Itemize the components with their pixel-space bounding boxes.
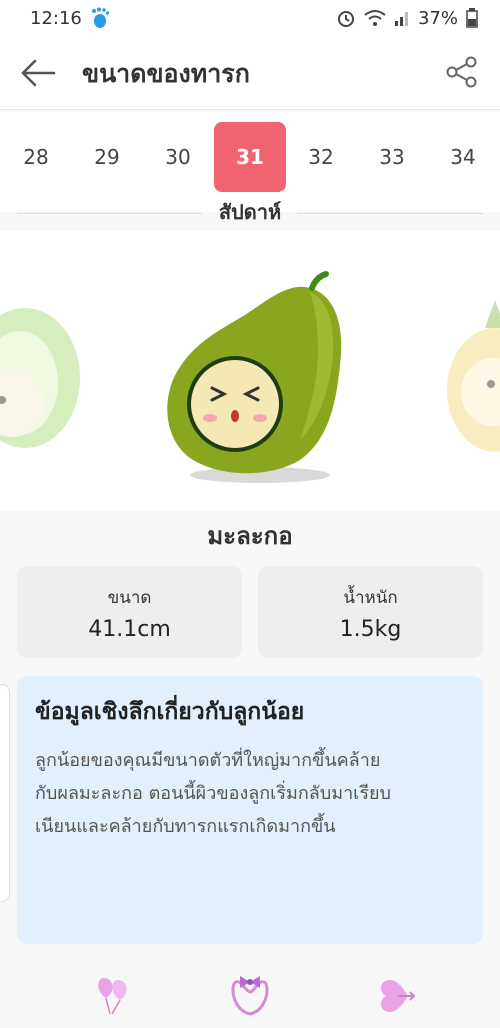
insight-title: ข้อมูลเชิงลึกเกี่ยวกับลูกน้อย [35, 699, 305, 725]
bottom-nav [0, 960, 500, 1028]
wifi-icon [364, 10, 386, 26]
week-32[interactable]: 32 [285, 122, 357, 192]
app-bar: ขนาดของทารก [0, 36, 500, 110]
pineapple-illustration [447, 300, 500, 452]
battery-icon [466, 8, 478, 28]
signal-icon [394, 12, 408, 26]
size-value: 41.1cm [88, 617, 171, 642]
bow-frame-icon[interactable] [226, 970, 274, 1018]
page-title: ขนาดของทารก [82, 59, 250, 88]
battery-percent: 37% [417, 7, 458, 29]
papaya-illustration [167, 271, 342, 483]
week-29[interactable]: 29 [71, 122, 143, 192]
share-icon[interactable] [444, 54, 480, 90]
fruit-name: มะละกอ [207, 522, 293, 550]
week-30[interactable]: 30 [142, 122, 214, 192]
week-31-selected[interactable]: 31 [214, 122, 286, 192]
size-card: ขนาด 41.1cm [17, 566, 242, 658]
insight-line: กับผลมะละกอ ตอนนี้ผิวของลูกเริ่มกลับมาเร… [35, 783, 391, 804]
week-label: สัปดาห์ [218, 200, 282, 224]
heart-arrow-icon[interactable] [368, 970, 416, 1018]
cabbage-illustration [0, 308, 80, 448]
insight-line: เนียนและคล้ายกับทารกแรกเกิดมากขึ้น [35, 816, 336, 837]
back-arrow-icon[interactable] [18, 56, 58, 90]
weight-value: 1.5kg [339, 617, 402, 642]
status-time: 12:16 [30, 7, 82, 29]
insight-card: ข้อมูลเชิงลึกเกี่ยวกับลูกน้อย ลูกน้อยของ… [17, 676, 483, 944]
status-bar: 12:16 37% [0, 0, 500, 36]
previous-card-peek[interactable] [0, 684, 10, 902]
week-33[interactable]: 33 [356, 122, 428, 192]
balloons-icon[interactable] [88, 970, 136, 1018]
size-label: ขนาด [107, 588, 152, 608]
weight-card: น้ำหนัก 1.5kg [258, 566, 483, 658]
fruit-carousel[interactable] [0, 230, 500, 510]
alarm-icon [337, 11, 354, 27]
week-34[interactable]: 34 [427, 122, 499, 192]
week-28[interactable]: 28 [0, 122, 72, 192]
footprint-icon [91, 7, 109, 28]
insight-line: ลูกน้อยของคุณมีขนาดตัวที่ใหญ่มากขึ้นคล้า… [35, 750, 381, 771]
weight-label: น้ำหนัก [343, 588, 398, 608]
